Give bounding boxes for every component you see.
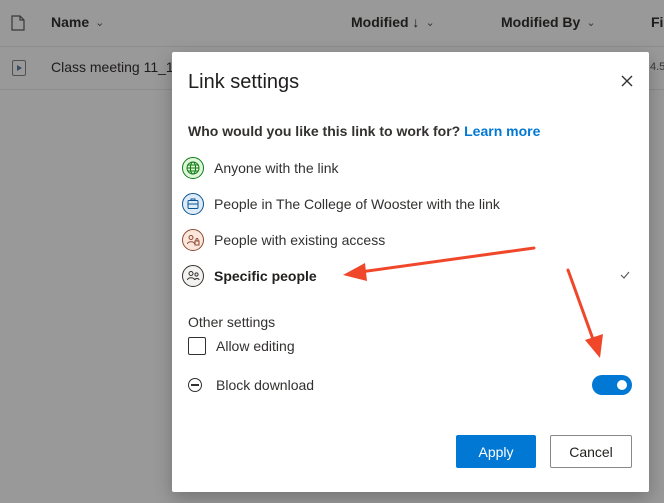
option-organization[interactable]: People in The College of Wooster with th…	[182, 189, 637, 219]
people-lock-icon	[182, 229, 204, 251]
people-add-icon	[182, 265, 204, 287]
globe-icon	[182, 157, 204, 179]
audience-question-text: Who would you like this link to work for…	[188, 123, 461, 139]
building-icon	[182, 193, 204, 215]
close-icon[interactable]	[619, 73, 635, 89]
dialog-title: Link settings	[188, 71, 300, 93]
block-download-row: Block download	[188, 377, 314, 393]
allow-editing-label: Allow editing	[216, 338, 295, 354]
cancel-button[interactable]: Cancel	[550, 435, 632, 468]
block-icon	[188, 378, 202, 392]
option-existing-access[interactable]: People with existing access	[182, 225, 637, 255]
option-anyone-label: Anyone with the link	[214, 160, 339, 176]
option-specific-people-label: Specific people	[214, 268, 317, 284]
option-anyone[interactable]: Anyone with the link	[182, 153, 637, 183]
block-download-label: Block download	[216, 377, 315, 393]
audience-question: Who would you like this link to work for…	[188, 123, 540, 139]
option-specific-people[interactable]: Specific people	[182, 261, 637, 291]
toggle-knob	[617, 380, 627, 390]
apply-button[interactable]: Apply	[456, 435, 536, 468]
learn-more-link[interactable]: Learn more	[464, 123, 540, 139]
option-existing-access-label: People with existing access	[214, 232, 386, 248]
allow-editing-row[interactable]: Allow editing	[188, 337, 295, 355]
other-settings-title: Other settings	[188, 314, 276, 330]
link-settings-dialog: Link settings Who would you like this li…	[172, 52, 649, 492]
block-download-toggle[interactable]	[592, 375, 632, 395]
checkmark-icon	[620, 271, 630, 279]
allow-editing-checkbox[interactable]	[188, 337, 206, 355]
option-organization-label: People in The College of Wooster with th…	[214, 196, 500, 212]
